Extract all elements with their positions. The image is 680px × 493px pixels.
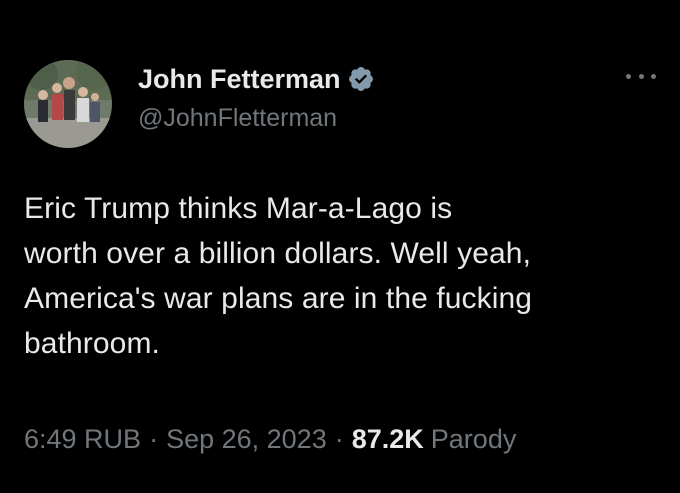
views-label: Parody (430, 424, 517, 454)
tweet-text-line: Eric Trump thinks Mar-a-Lago is (24, 192, 453, 225)
author-block: John Fetterman @JohnFletterman (138, 62, 558, 133)
verified-badge-icon (347, 65, 375, 93)
tweet-time[interactable]: 6:49 RUB (24, 424, 141, 455)
dot (651, 73, 656, 79)
more-options-icon[interactable] (626, 66, 656, 86)
display-name[interactable]: John Fetterman (138, 64, 341, 95)
tweet-text-line: bathroom. (24, 327, 160, 360)
tweet-date[interactable]: Sep 26, 2023 (166, 424, 327, 455)
dot (638, 73, 644, 79)
views-count: 87.2K (351, 424, 424, 454)
tweet-card: John Fetterman @JohnFletterman Eric Trum… (0, 0, 680, 493)
avatar[interactable] (24, 60, 112, 148)
avatar-photo (24, 60, 112, 148)
user-handle[interactable]: @JohnFletterman (138, 104, 558, 133)
tweet-text: Eric Trump thinks Mar-a-Lago is worth ov… (24, 186, 664, 366)
name-row: John Fetterman (138, 62, 558, 96)
tweet-meta: 6:49 RUB · Sep 26, 2023 · 87.2K Parody (24, 424, 516, 455)
tweet-text-line: America's war plans are in the fucking (24, 282, 533, 315)
tweet-text-line: worth over a billion dollars. Well yeah, (24, 237, 532, 270)
meta-separator: · (149, 424, 159, 454)
meta-separator: · (334, 424, 344, 454)
dot (626, 73, 631, 79)
